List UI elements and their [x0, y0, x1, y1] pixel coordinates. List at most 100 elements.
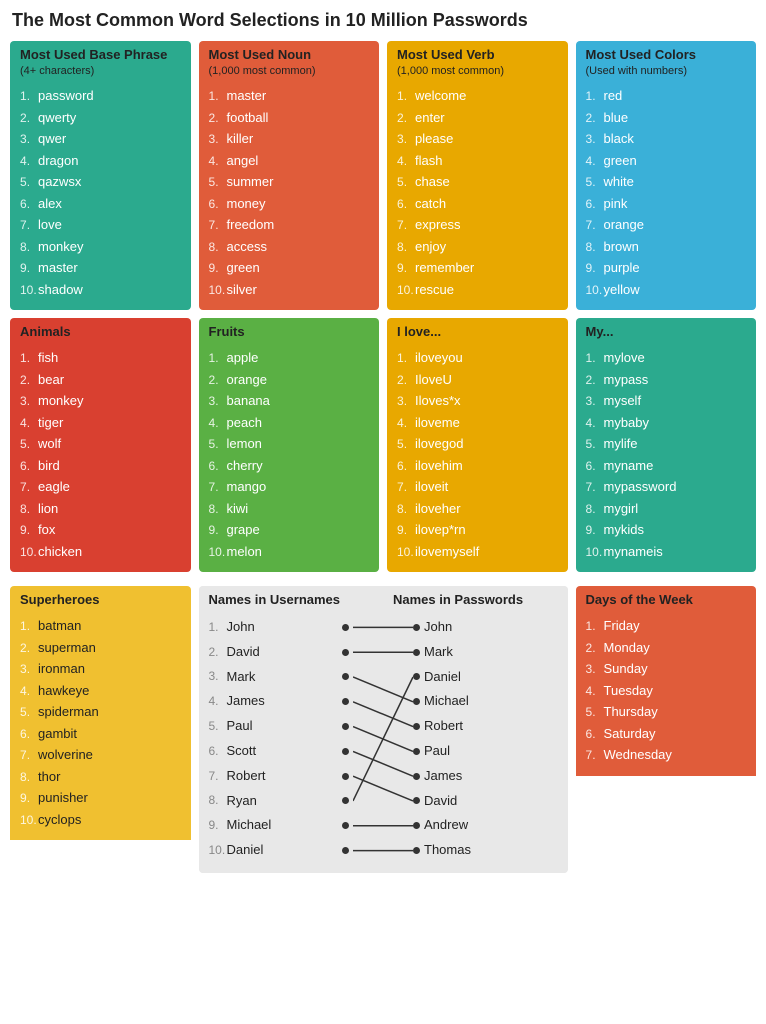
list-item: white [586, 171, 747, 193]
list-item: monkey [20, 390, 181, 412]
list-item: silver [209, 279, 370, 301]
section-header-my: My... [576, 318, 757, 343]
list-item: catch [397, 193, 558, 215]
list-item: pink [586, 193, 747, 215]
list-item: iloveyou [397, 347, 558, 369]
section-nouns: Most Used Noun(1,000 most common) master… [199, 41, 380, 310]
list-item: grape [209, 519, 370, 541]
list-item: green [586, 150, 747, 172]
list-item: money [209, 193, 370, 215]
list-item: Thursday [586, 701, 747, 723]
list-item: master [20, 257, 181, 279]
section-ilove: I love... iloveyou IloveU Iloves*x ilove… [387, 318, 568, 572]
list-item: love [20, 214, 181, 236]
list-item: ilovemyself [397, 541, 558, 563]
list-item: express [397, 214, 558, 236]
list-item: orange [586, 214, 747, 236]
list-item: iloveher [397, 498, 558, 520]
list-item: shadow [20, 279, 181, 301]
section-header-verbs: Most Used Verb(1,000 most common) [387, 41, 568, 81]
list-item: chase [397, 171, 558, 193]
list-item: Monday [586, 637, 747, 659]
list-item: hawkeye [20, 680, 181, 702]
list-item: 7.Robert [209, 764, 354, 789]
list-item: superman [20, 637, 181, 659]
list-item: remember [397, 257, 558, 279]
list-item: iloveit [397, 476, 558, 498]
list-item: kiwi [209, 498, 370, 520]
section-list-fruits: apple orange banana peach lemon cherry m… [199, 343, 380, 572]
list-item: Wednesday [586, 744, 747, 766]
list-item: qwer [20, 128, 181, 150]
list-item: Iloves*x [397, 390, 558, 412]
list-item: lion [20, 498, 181, 520]
list-item: bird [20, 455, 181, 477]
names-username-header: Names in Usernames [199, 586, 384, 611]
list-item: purple [586, 257, 747, 279]
section-colors: Most Used Colors(Used with numbers) red … [576, 41, 757, 310]
names-content: 1.John 2.David 3.Mark 4.James 5.Paul 6.S… [199, 611, 568, 873]
section-superheroes: Superheroes batman superman ironman hawk… [10, 586, 191, 873]
list-item: monkey [20, 236, 181, 258]
list-item: qazwsx [20, 171, 181, 193]
section-header-fruits: Fruits [199, 318, 380, 343]
section-list-ilove: iloveyou IloveU Iloves*x iloveme ilovego… [387, 343, 568, 572]
list-item: angel [209, 150, 370, 172]
section-header-base-phrase: Most Used Base Phrase(4+ characters) [10, 41, 191, 81]
bottom-grid: Superheroes batman superman ironman hawk… [0, 582, 766, 883]
list-item: spiderman [20, 701, 181, 723]
list-item: mylife [586, 433, 747, 455]
section-days: Days of the Week Friday Monday Sunday Tu… [576, 586, 757, 873]
list-item: IloveU [397, 369, 558, 391]
list-item: dragon [20, 150, 181, 172]
list-item: apple [209, 347, 370, 369]
list-item: mango [209, 476, 370, 498]
list-item: batman [20, 615, 181, 637]
section-list-animals: fish bear monkey tiger wolf bird eagle l… [10, 343, 191, 572]
list-item: mygirl [586, 498, 747, 520]
list-item: 6.Scott [209, 739, 354, 764]
list-item: blue [586, 107, 747, 129]
names-right-col: John Mark Daniel Michael Robert Paul Jam… [413, 611, 568, 873]
list-item: mypass [586, 369, 747, 391]
section-header-ilove: I love... [387, 318, 568, 343]
section-list-days: Friday Monday Sunday Tuesday Thursday Sa… [576, 611, 757, 776]
list-item: 3.Mark [209, 665, 354, 690]
list-item: Andrew [413, 813, 558, 838]
list-item: cherry [209, 455, 370, 477]
list-item: flash [397, 150, 558, 172]
list-item: ilovehim [397, 455, 558, 477]
list-item: welcome [397, 85, 558, 107]
connector-svg-element [353, 611, 413, 873]
section-header-colors: Most Used Colors(Used with numbers) [576, 41, 757, 81]
section-list-base-phrase: password qwerty qwer dragon qazwsx alex … [10, 81, 191, 310]
list-item: bear [20, 369, 181, 391]
list-item: Sunday [586, 658, 747, 680]
list-item: James [413, 764, 558, 789]
list-item: Robert [413, 714, 558, 739]
list-item: fox [20, 519, 181, 541]
list-item: freedom [209, 214, 370, 236]
list-item: Saturday [586, 723, 747, 745]
list-item: punisher [20, 787, 181, 809]
list-item: lemon [209, 433, 370, 455]
section-my: My... mylove mypass myself mybaby mylife… [576, 318, 757, 572]
list-item: 10.Daniel [209, 838, 354, 863]
list-item: master [209, 85, 370, 107]
list-item: wolverine [20, 744, 181, 766]
list-item: melon [209, 541, 370, 563]
section-header-superheroes: Superheroes [10, 586, 191, 611]
list-item: Daniel [413, 665, 558, 690]
names-left-col: 1.John 2.David 3.Mark 4.James 5.Paul 6.S… [199, 611, 354, 873]
list-item: thor [20, 766, 181, 788]
list-item: Michael [413, 689, 558, 714]
list-item: Paul [413, 739, 558, 764]
list-item: tiger [20, 412, 181, 434]
names-connector [353, 611, 413, 873]
list-item: mynameis [586, 541, 747, 563]
list-item: myname [586, 455, 747, 477]
list-item: brown [586, 236, 747, 258]
list-item: yellow [586, 279, 747, 301]
list-item: wolf [20, 433, 181, 455]
list-item: rescue [397, 279, 558, 301]
